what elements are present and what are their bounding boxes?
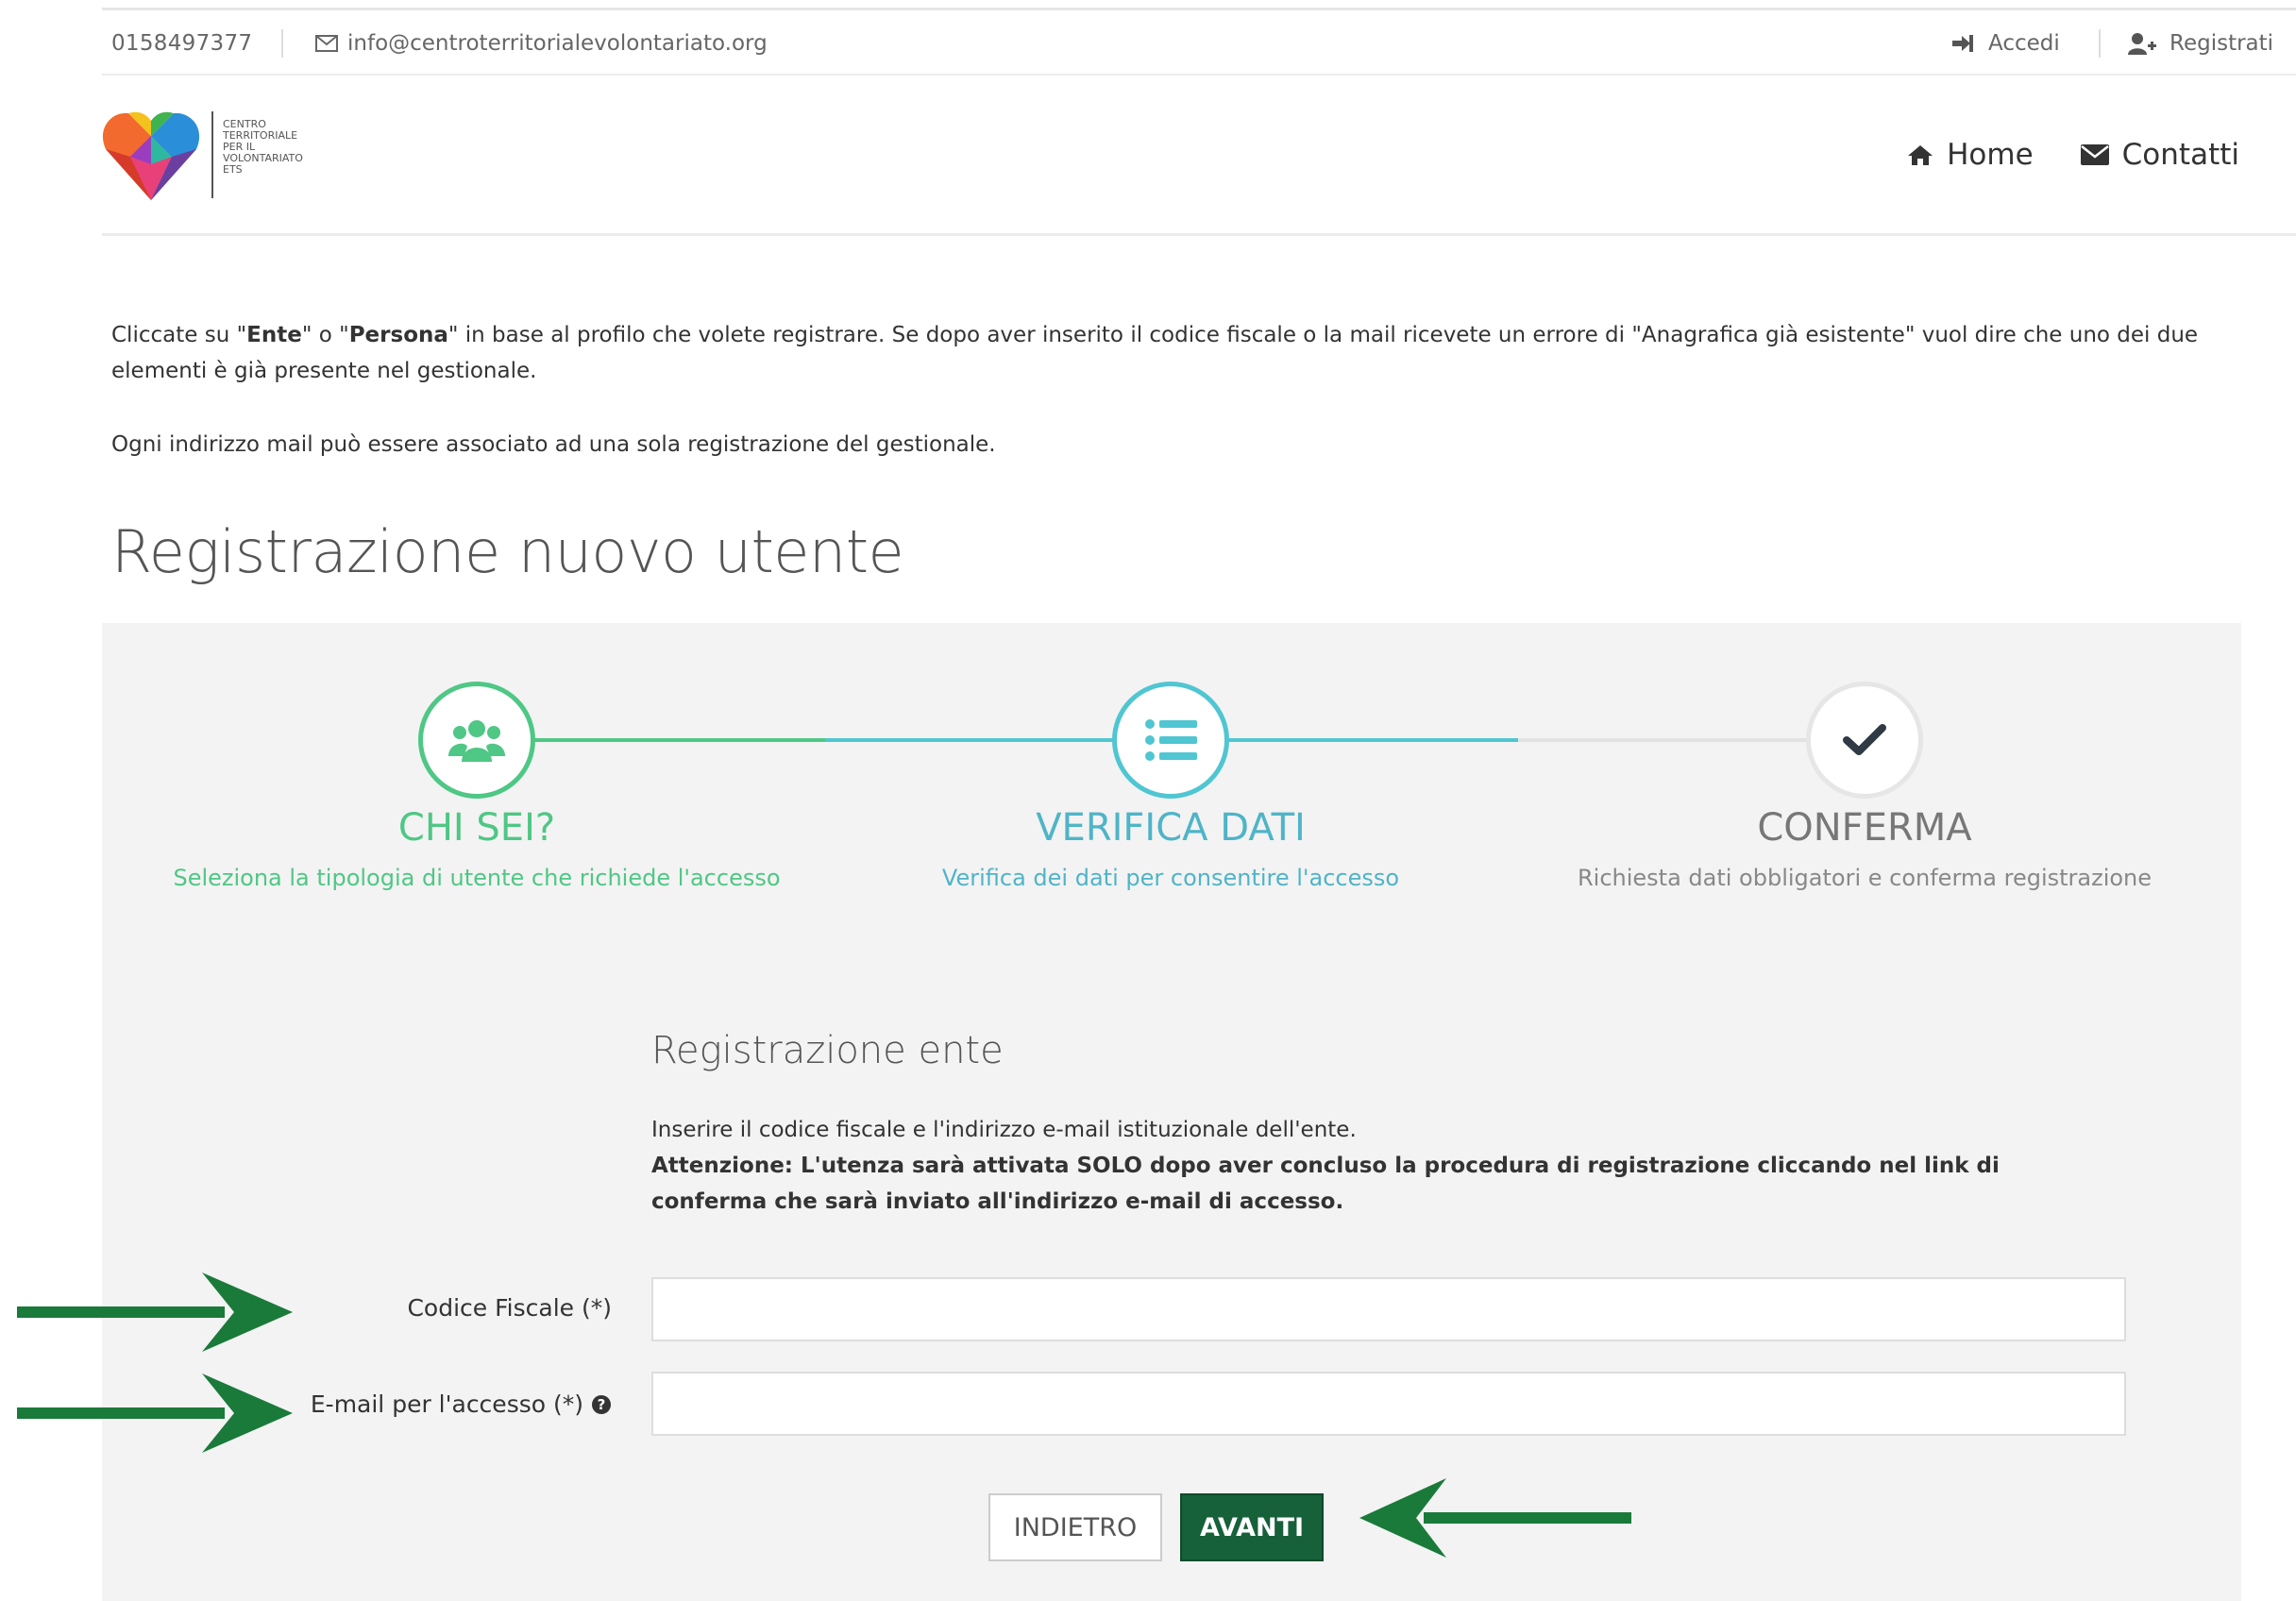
arrow-right-icon	[17, 1373, 293, 1453]
fiscal-code-label-text: Codice Fiscale (*)	[407, 1294, 612, 1322]
main-nav: Home Contatti	[1907, 138, 2239, 172]
email-label-text: E-mail per l'accesso (*)	[310, 1390, 583, 1418]
check-icon	[1843, 724, 1886, 755]
intro-text-part: " o "	[301, 323, 349, 347]
divider	[281, 29, 283, 58]
user-plus-icon	[2128, 33, 2156, 55]
step-2-subtitle: Verifica dei dati per consentire l'acces…	[941, 865, 1400, 891]
intro-text-part: Cliccate su "	[111, 323, 247, 347]
svg-text:?: ?	[598, 1396, 606, 1413]
step-1-subtitle: Seleziona la tipologia di utente che ric…	[173, 865, 781, 891]
page-title: Registrazione nuovo utente	[111, 517, 904, 586]
form-title: Registrazione ente	[651, 1029, 1004, 1072]
email-link[interactable]: info@centroterritorialevolontariato.org	[315, 31, 768, 56]
home-icon	[1908, 145, 1933, 165]
nav-home[interactable]: Home	[1907, 138, 2034, 172]
nav-contacts-label: Contatti	[2121, 138, 2239, 172]
intro-paragraph-1: Cliccate su "Ente" o "Persona" in base a…	[111, 317, 2226, 389]
step-2-title: VERIFICA DATI	[1036, 806, 1306, 850]
top-bar: 0158497377 info@centroterritorialevolont…	[102, 8, 2296, 76]
sign-in-icon	[1952, 35, 1973, 52]
form-desc-line: Inserire il codice fiscale e l'indirizzo…	[651, 1118, 1357, 1142]
divider	[2099, 29, 2101, 58]
email-input[interactable]	[651, 1372, 2126, 1436]
intro-paragraph-2: Ogni indirizzo mail può essere associato…	[111, 432, 996, 457]
nav-home-label: Home	[1947, 138, 2034, 172]
nav-contacts[interactable]: Contatti	[2080, 138, 2239, 172]
login-label: Accedi	[1988, 31, 2060, 56]
step-1-title: CHI SEI?	[397, 806, 556, 850]
intro-persona: Persona	[348, 323, 448, 347]
heart-logo-icon	[102, 111, 200, 200]
fiscal-code-label: Codice Fiscale (*)	[407, 1294, 612, 1322]
intro-text: Cliccate su "Ente" o "Persona" in base a…	[111, 317, 2226, 500]
envelope-icon	[2080, 144, 2109, 165]
users-icon	[448, 720, 505, 762]
arrow-right-icon	[17, 1272, 293, 1352]
step-connector-done	[529, 738, 825, 742]
register-link[interactable]: Registrati	[2128, 31, 2273, 56]
fiscal-code-input[interactable]	[651, 1277, 2126, 1341]
step-3-title: CONFERMA	[1757, 806, 1972, 850]
arrow-left-icon	[1359, 1478, 1631, 1558]
question-circle-icon[interactable]: ?	[591, 1394, 612, 1415]
org-name: CENTRO TERRITORIALE PER IL VOLONTARIATO …	[223, 118, 303, 176]
step-2-circle[interactable]	[1112, 682, 1229, 799]
login-link[interactable]: Accedi	[1950, 31, 2060, 56]
step-connector-pending	[1518, 738, 1815, 742]
next-button[interactable]: AVANTI	[1180, 1493, 1324, 1561]
intro-ente: Ente	[246, 323, 302, 347]
step-1-circle[interactable]	[418, 682, 535, 799]
phone-number: 0158497377	[111, 31, 253, 56]
email-text: info@centroterritorialevolontariato.org	[347, 31, 768, 56]
list-icon	[1145, 719, 1197, 761]
logo-divider	[211, 111, 213, 198]
email-label: E-mail per l'accesso (*) ?	[311, 1390, 612, 1418]
form-description: Inserire il codice fiscale e l'indirizzo…	[651, 1112, 2086, 1220]
form-warning: Attenzione: L'utenza sarà attivata SOLO …	[651, 1154, 2000, 1214]
envelope-icon	[315, 35, 338, 52]
logo[interactable]: CENTRO TERRITORIALE PER IL VOLONTARIATO …	[102, 108, 310, 211]
step-3-subtitle: Richiesta dati obbligatori e conferma re…	[1577, 865, 2152, 891]
step-3-circle[interactable]	[1806, 682, 1923, 799]
back-button[interactable]: INDIETRO	[988, 1493, 1162, 1561]
site-header: CENTRO TERRITORIALE PER IL VOLONTARIATO …	[102, 79, 2296, 236]
register-label: Registrati	[2169, 31, 2274, 56]
